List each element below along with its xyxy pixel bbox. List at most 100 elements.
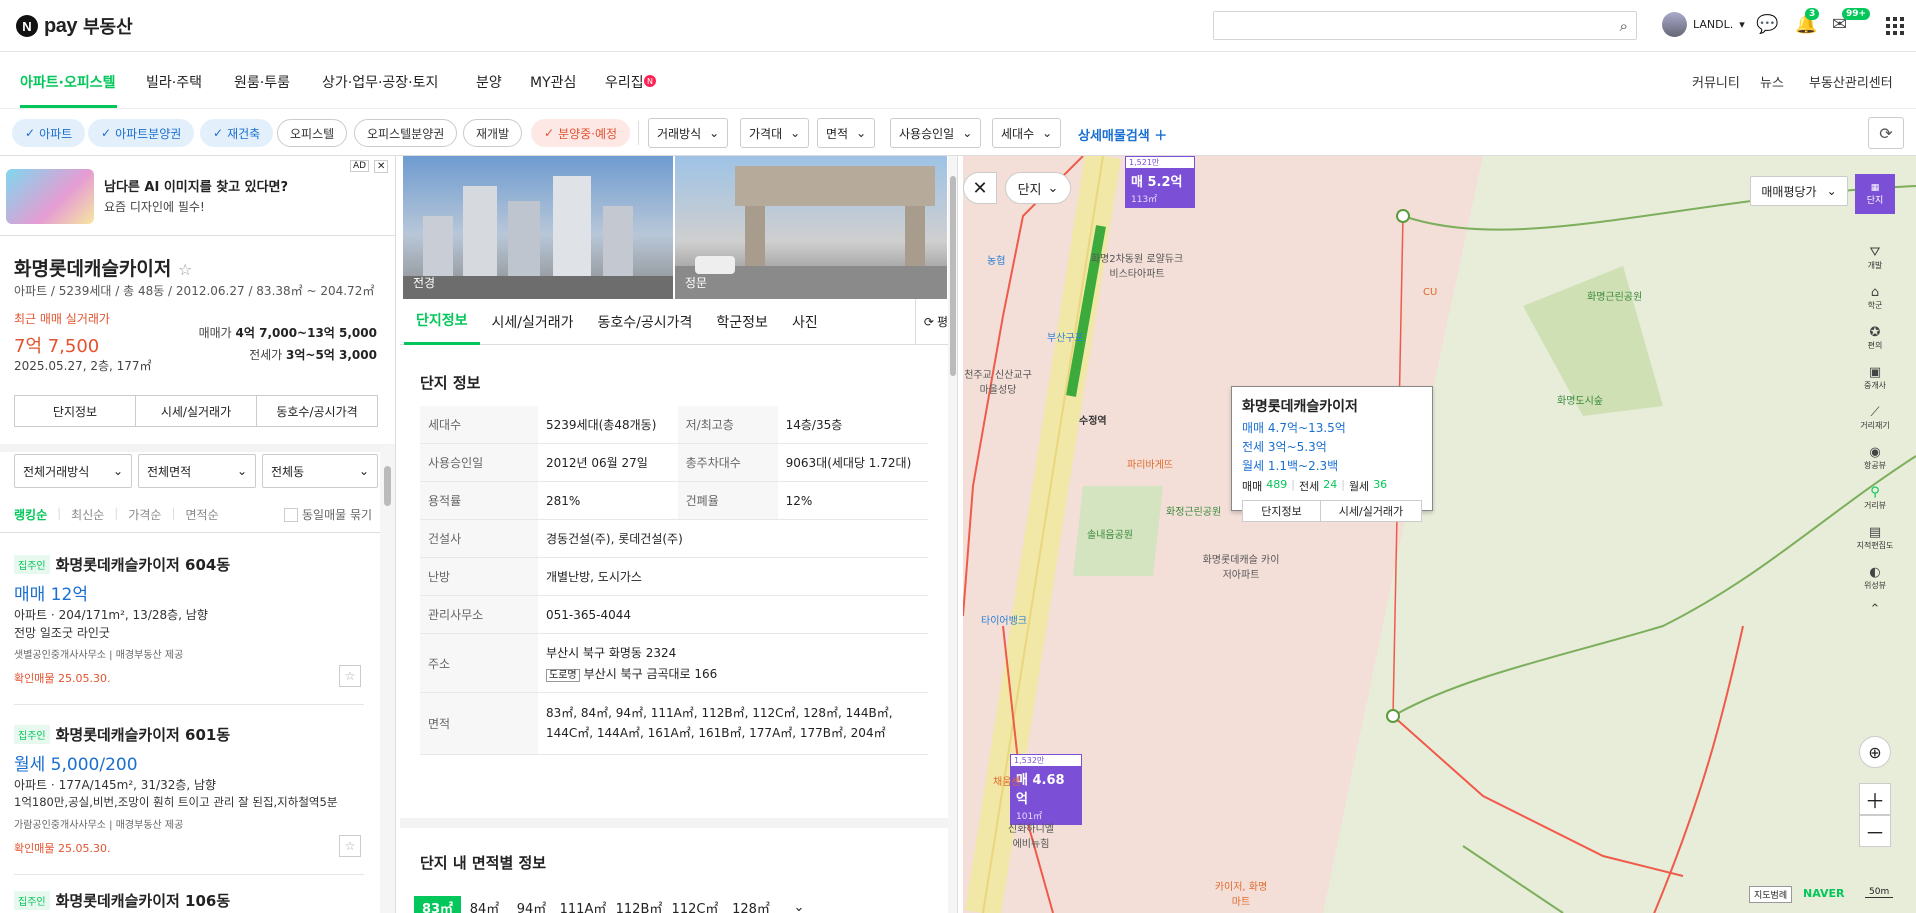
tool-school[interactable]: ⌂ 학군 [1855,278,1895,318]
price-button[interactable]: 시세/실거래가 [136,396,257,426]
approval-date-dropdown[interactable]: 사용승인일 ⌄ [890,118,982,148]
sort-area[interactable]: 면적순 [186,506,219,523]
row-value: 2012년 06월 27일 [538,443,678,482]
households-dropdown[interactable]: 세대수 ⌄ [992,118,1062,148]
close-icon[interactable]: ✕ [963,172,997,204]
refresh-button[interactable]: ⟳ [1868,117,1904,149]
locate-icon[interactable]: ⊕ [1859,736,1891,768]
tool-measure[interactable]: ⟋ 거리재기 [1855,398,1895,438]
advanced-search-link[interactable]: 상세매물검색 ＋ [1078,125,1167,144]
tool-streetview[interactable]: ⚲ 거리뷰 [1855,478,1895,518]
nav-villa[interactable]: 빌라·주택 [146,72,202,92]
tool-aerial[interactable]: ◉ 항공뷰 [1855,438,1895,478]
search-input[interactable] [1214,12,1594,39]
dong-select[interactable]: 전체동 ⌄ [262,454,378,488]
complex-view-button[interactable]: ▦ 단지 [1855,174,1895,214]
star-icon[interactable]: ☆ [339,835,361,857]
top-header: N pay 부동산 ⌕ LANDL. ▾ 💬 🔔 3 ✉ 99+ [0,0,1916,52]
naver-pay-logo[interactable]: N pay 부동산 [16,13,133,39]
chat-icon[interactable]: 💬 [1756,14,1778,35]
price-pin[interactable]: 1,521만 매 5.2억 113㎡ [1125,156,1195,208]
tool-agent[interactable]: ▣ 중개사 [1855,358,1895,398]
tab-complex-info[interactable]: 단지정보 [404,299,480,345]
complex-info-button[interactable]: 단지정보 [15,396,136,426]
tool-development[interactable]: ⛛ 개발 [1855,238,1895,278]
tool-cadastral[interactable]: ▤ 지적편집도 [1855,518,1895,558]
row-value: 9063대(세대당 1.72대) [777,443,928,482]
chevron-down-icon[interactable]: ⌄ [779,896,819,913]
chip-apt-presale-right[interactable]: ✓ 아파트분양권 [88,119,195,147]
sort-latest[interactable]: 최신순 [71,506,104,523]
chip-redevelopment[interactable]: 재개발 [463,119,523,147]
price-pin[interactable]: 1,532만 매 4.68억 101㎡ [1010,754,1082,825]
zoom-in-button[interactable]: ＋ [1859,783,1891,815]
bell-icon[interactable]: 🔔 3 [1795,8,1820,35]
trade-type-select[interactable]: 전체거래방식 ⌄ [14,454,132,488]
nav-my-home[interactable]: 우리집 [605,72,644,92]
area-dropdown[interactable]: 면적 ⌄ [817,118,876,148]
collapse-tools[interactable]: ⌃ [1855,598,1895,620]
search-icon[interactable]: ⌕ [1620,17,1628,35]
map-view[interactable]: ✕ 단지 ⌄ 매매평당가 ⌄ ▦ 단지 ⛛ 개발 ⌂ 학군 ✪ 편의 ▣ 중개사 ⟋ 거리재기 … [963,156,1916,913]
area-select[interactable]: 전체면적 ⌄ [138,454,256,488]
area-tab[interactable]: 83㎡ [414,896,461,913]
ad-banner[interactable]: 남다른 AI 이미지를 찾고 있다면? 요즘 디자인에 필수! AD ✕ [0,156,395,236]
list-item[interactable]: 집주인 화명롯데캐슬카이저 604동 매매 12억 아파트 · 204/171m²… [0,546,380,706]
sort-ranking[interactable]: 랭킹순 [14,506,47,523]
unit-price-button[interactable]: 동호수/공시가격 [257,396,377,426]
tab-school[interactable]: 학군정보 [704,299,780,345]
chip-apartment[interactable]: ✓ 아파트 [12,119,86,147]
price-dropdown[interactable]: 가격대 ⌄ [740,118,810,148]
table-row: 사용승인일 2012년 06월 27일 총주차대수 9063대(세대당 1.72대) [420,443,928,482]
popup-price-button[interactable]: 시세/실거래가 [1321,501,1421,521]
area-tab[interactable]: 94㎡ [508,896,555,913]
nav-oneroom[interactable]: 원룸·투룸 [234,72,290,92]
complex-popup[interactable]: 화명롯데캐슬카이저 매매 4.7억~13.5억 전세 3억~5.3억 월세 1.… [1231,386,1433,522]
map-legend-button[interactable]: 지도범례 [1749,886,1793,903]
chip-officetel-presale[interactable]: 오피스텔분양권 [354,119,458,147]
map-sort-dropdown[interactable]: 매매평당가 ⌄ [1750,176,1848,206]
nav-my-interest[interactable]: MY관심 [530,72,576,92]
popup-info-button[interactable]: 단지정보 [1243,501,1321,521]
list-item[interactable]: 집주인 화명롯데캐슬카이저 601동 월세 5,000/200 아파트 · 177… [0,716,380,876]
scroll-thumb[interactable] [950,176,956,376]
chip-officetel[interactable]: 오피스텔 [277,119,348,147]
nav-agent-center[interactable]: 부동산관리센터 [1809,72,1893,91]
trade-type-dropdown[interactable]: 거래방식 ⌄ [648,118,729,148]
group-same-toggle[interactable]: 동일매물 묶기 [284,506,372,523]
scroll-thumb[interactable] [384,466,391,506]
nav-apartment[interactable]: 아파트·오피스텔 [20,72,115,92]
zoom-out-button[interactable]: － [1859,815,1891,847]
photo-exterior[interactable]: 전경 [403,156,673,299]
nav-presale[interactable]: 분양 [476,72,502,92]
tab-price[interactable]: 시세/실거래가 [480,299,586,345]
photo-gate[interactable]: 정문 [675,156,947,299]
chip-presale-upcoming[interactable]: ✓ 분양중·예정 [531,119,631,147]
nav-news[interactable]: 뉴스 [1760,72,1784,91]
area-tab[interactable]: 84㎡ [461,896,508,913]
tool-convenience[interactable]: ✪ 편의 [1855,318,1895,358]
area-tab[interactable]: 128㎡ [723,896,779,913]
nav-commercial[interactable]: 상가·업무·공장·토지 [322,72,438,92]
tab-more[interactable]: ⟳ 평 [914,298,948,345]
area-tab[interactable]: 112B㎡ [611,896,667,913]
area-tab[interactable]: 112C㎡ [667,896,723,913]
nav-community[interactable]: 커뮤니티 [1692,72,1740,91]
sort-price[interactable]: 가격순 [128,506,161,523]
tab-photo[interactable]: 사진 [780,299,830,345]
detail-scrollbar[interactable] [948,156,957,913]
close-icon[interactable]: ✕ [374,160,389,173]
apps-grid-icon[interactable] [1886,17,1904,35]
map-filter-dropdown[interactable]: 단지 ⌄ [1005,172,1071,204]
chip-reconstruction[interactable]: ✓ 재건축 [200,119,274,147]
list-scrollbar[interactable] [380,446,395,913]
area-tab[interactable]: 111A㎡ [555,896,611,913]
naver-logo: NAVER [1803,887,1845,900]
star-icon[interactable]: ☆ [339,665,361,687]
list-item[interactable]: 집주인 화명롯데캐슬카이저 106동 [0,884,380,913]
tab-unit[interactable]: 동호수/공시가격 [586,299,705,345]
user-menu[interactable]: LANDL. ▾ [1662,12,1745,37]
star-icon[interactable]: ☆ [178,260,192,279]
mail-icon[interactable]: ✉ 99+ [1832,8,1871,35]
tool-satellite[interactable]: ◐ 위성뷰 [1855,558,1895,598]
